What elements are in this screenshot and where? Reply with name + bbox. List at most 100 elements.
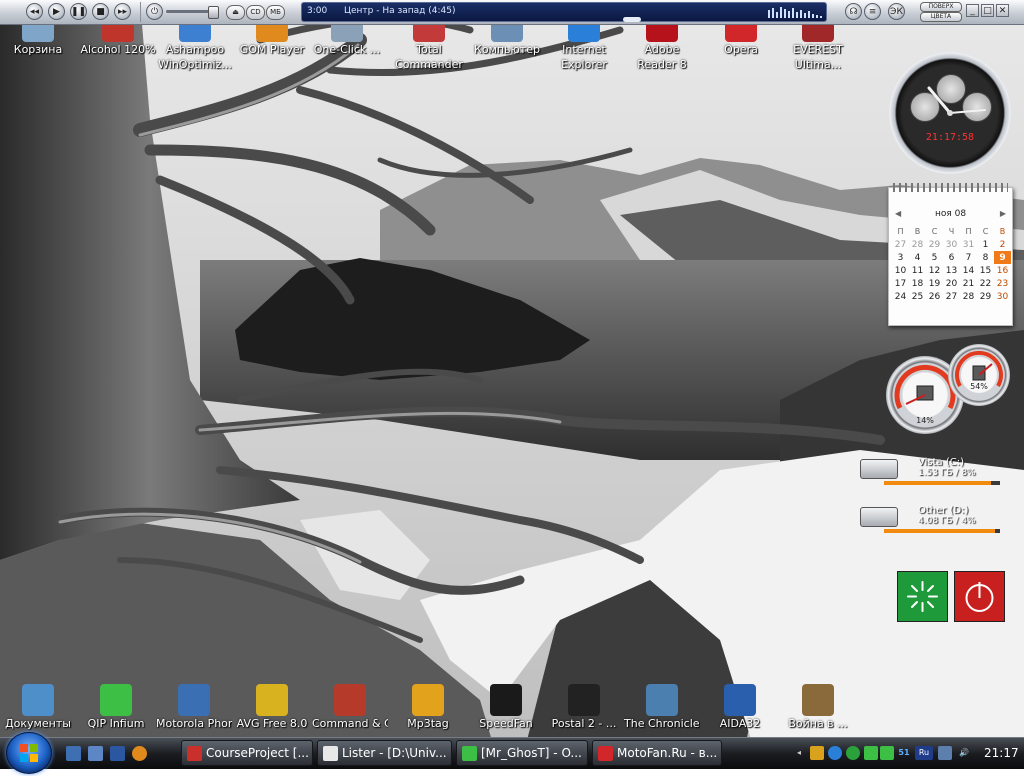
media-player-quicklaunch-icon[interactable] xyxy=(132,746,147,761)
tray-qip-icon[interactable] xyxy=(864,746,878,760)
tray-language[interactable]: Ru xyxy=(915,746,933,760)
previous-track-button[interactable]: ◂◂ xyxy=(26,3,43,20)
calendar-day[interactable]: 5 xyxy=(926,251,943,264)
calendar-day[interactable]: 27 xyxy=(943,290,960,303)
tray-clock[interactable]: 21:17 xyxy=(984,746,1019,760)
calendar-day[interactable]: 19 xyxy=(926,277,943,290)
sleep-button[interactable] xyxy=(897,571,948,622)
desktop-icon-gom-player[interactable]: GOM Player xyxy=(234,10,310,57)
desktop-icon-postal2[interactable]: Postal 2 - ... xyxy=(546,684,622,731)
task-courseproject[interactable]: CourseProject [... xyxy=(181,740,313,766)
calendar-day[interactable]: 28 xyxy=(909,238,926,251)
calendar-day[interactable]: 20 xyxy=(943,277,960,290)
tray-network-icon[interactable] xyxy=(810,746,824,760)
calendar-day[interactable]: 29 xyxy=(977,290,994,303)
calendar-day[interactable]: 13 xyxy=(943,264,960,277)
desktop-icon-alcohol[interactable]: Alcohol 120% xyxy=(80,10,156,57)
calendar-day[interactable]: 12 xyxy=(926,264,943,277)
tray-update-icon[interactable] xyxy=(846,746,860,760)
calendar-day[interactable]: 14 xyxy=(960,264,977,277)
calendar-day[interactable]: 8 xyxy=(977,251,994,264)
calendar-day[interactable]: 30 xyxy=(994,290,1011,303)
equalizer-toggle-icon[interactable]: ≡ xyxy=(864,3,881,20)
desktop-icon-war-game[interactable]: Война в ... xyxy=(780,684,856,731)
tray-counter[interactable]: 51 xyxy=(897,746,911,760)
calendar-day[interactable]: 3 xyxy=(892,251,909,264)
calendar-day-today[interactable]: 9 xyxy=(994,251,1011,264)
desktop-icon-computer[interactable]: Компьютер xyxy=(469,10,545,57)
colors-button[interactable]: ЦВЕТА xyxy=(920,12,962,22)
calendar-day[interactable]: 25 xyxy=(909,290,926,303)
calendar-next-button[interactable]: ▶ xyxy=(1000,209,1006,218)
desktop-icon-recycle-bin[interactable]: Корзина xyxy=(0,10,76,57)
desktop-icon-command-conquer[interactable]: Command & Conquer 3 xyxy=(312,684,388,731)
tray-expand-icon[interactable]: ◂ xyxy=(792,746,806,760)
calendar-gadget[interactable]: ◀ ноя 08 ▶ П В С Ч П С В 27 28 29 30 31 … xyxy=(888,183,1013,326)
save-disk-icon[interactable] xyxy=(110,746,125,761)
pause-button[interactable]: ❚❚ xyxy=(70,3,87,20)
desktop-icon-opera[interactable]: Opera xyxy=(703,10,779,57)
tray-phone-icon[interactable] xyxy=(880,746,894,760)
ek-button[interactable]: ЭК xyxy=(888,3,905,20)
desktop-icon-one-click[interactable]: One-Click ... xyxy=(309,10,385,57)
calendar-day[interactable]: 4 xyxy=(909,251,926,264)
calendar-day[interactable]: 27 xyxy=(892,238,909,251)
desktop-icon-motorola[interactable]: Motorola Phone Tools xyxy=(156,684,232,731)
always-on-top-button[interactable]: ПОВЕРХ xyxy=(920,2,962,12)
calendar-day[interactable]: 23 xyxy=(994,277,1011,290)
task-motofan[interactable]: MotoFan.Ru - в... xyxy=(592,740,722,766)
calendar-day[interactable]: 17 xyxy=(892,277,909,290)
drive-d[interactable]: Other (D:) 4.08 ГБ / 4% xyxy=(860,505,1005,541)
switch-windows-icon[interactable] xyxy=(88,746,103,761)
calendar-day[interactable]: 30 xyxy=(943,238,960,251)
desktop-icon-ashampoo[interactable]: Ashampoo WinOptimiz... xyxy=(157,10,233,72)
power-icon[interactable]: ⏻ xyxy=(146,3,163,20)
desktop-icon-aida32[interactable]: AIDA32 xyxy=(702,684,778,731)
calendar-day[interactable]: 6 xyxy=(943,251,960,264)
track-display[interactable]: 3:00 Центр - На запад (4:45) xyxy=(301,2,827,22)
headphones-icon[interactable]: ☊ xyxy=(845,3,862,20)
shutdown-button[interactable] xyxy=(954,571,1005,622)
calendar-day[interactable]: 7 xyxy=(960,251,977,264)
calendar-day[interactable]: 31 xyxy=(960,238,977,251)
stop-button[interactable]: ■ xyxy=(92,3,109,20)
close-button[interactable]: ✕ xyxy=(996,4,1009,17)
calendar-day[interactable]: 16 xyxy=(994,264,1011,277)
tray-browser-icon[interactable] xyxy=(828,746,842,760)
calendar-day[interactable]: 15 xyxy=(977,264,994,277)
calendar-day[interactable]: 18 xyxy=(909,277,926,290)
desktop-icon-adobe-reader[interactable]: Adobe Reader 8 xyxy=(624,10,700,72)
calendar-day[interactable]: 21 xyxy=(960,277,977,290)
desktop-icon-everest[interactable]: EVEREST Ultima... xyxy=(780,10,856,72)
task-qip-chat[interactable]: [Mr_GhosT] - O... xyxy=(456,740,588,766)
calendar-day[interactable]: 28 xyxy=(960,290,977,303)
cd-button[interactable]: CD xyxy=(246,5,265,20)
calendar-day[interactable]: 1 xyxy=(977,238,994,251)
tray-monitor-icon[interactable] xyxy=(938,746,952,760)
desktop-icon-documents[interactable]: Документы xyxy=(0,684,76,731)
seek-thumb[interactable] xyxy=(623,17,641,22)
memory-gauge[interactable]: 54% xyxy=(948,344,1010,406)
desktop-icon-avg[interactable]: AVG Free 8.0 xyxy=(234,684,310,731)
volume-thumb[interactable] xyxy=(208,6,219,19)
desktop-icon-total-commander[interactable]: Total Commander xyxy=(391,10,467,72)
desktop-icon-chronicles[interactable]: The Chronicles... xyxy=(624,684,700,731)
maximize-button[interactable]: □ xyxy=(981,4,994,17)
next-track-button[interactable]: ▸▸ xyxy=(114,3,131,20)
desktop-icon-mp3tag[interactable]: Mp3tag xyxy=(390,684,466,731)
calendar-day[interactable]: 11 xyxy=(909,264,926,277)
show-desktop-icon[interactable] xyxy=(66,746,81,761)
drive-c[interactable]: Vista (C:) 1.53 ГБ / 8% xyxy=(860,457,1005,493)
desktop-icon-internet-explorer[interactable]: Internet Explorer xyxy=(546,10,622,72)
calendar-day[interactable]: 24 xyxy=(892,290,909,303)
desktop-icon-qip[interactable]: QIP Infium xyxy=(78,684,154,731)
clock-gadget[interactable]: 21:17:58 xyxy=(889,52,1011,174)
tray-volume-icon[interactable]: 🔊 xyxy=(957,746,971,760)
minimize-button[interactable]: _ xyxy=(966,4,979,17)
play-button[interactable]: ▶ xyxy=(48,3,65,20)
calendar-day[interactable]: 22 xyxy=(977,277,994,290)
calendar-day[interactable]: 10 xyxy=(892,264,909,277)
desktop-icon-speedfan[interactable]: SpeedFan xyxy=(468,684,544,731)
calendar-day[interactable]: 29 xyxy=(926,238,943,251)
calendar-day[interactable]: 2 xyxy=(994,238,1011,251)
